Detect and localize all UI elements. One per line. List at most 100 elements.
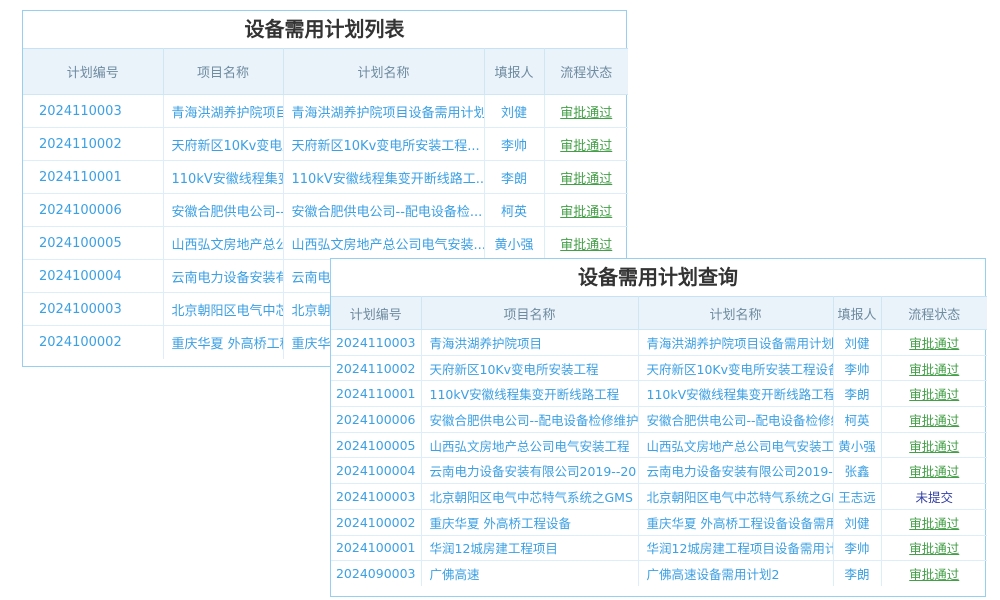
cell-plan-number[interactable]: 2024100004 (23, 260, 163, 293)
cell-reporter: 李朗 (833, 561, 881, 587)
status-link-approved[interactable]: 审批通过 (560, 238, 612, 253)
cell-project-name: 华润12城房建工程项目 (421, 535, 638, 561)
cell-plan-number[interactable]: 2024100005 (23, 227, 163, 260)
cell-plan-number[interactable]: 2024100006 (331, 407, 421, 433)
cell-status: 审批通过 (881, 458, 987, 484)
table-row: 2024100005山西弘文房地产总公司...山西弘文房地产总公司电气安装...… (23, 227, 628, 260)
cell-status: 审批通过 (881, 432, 987, 458)
cell-plan-name: 110kV安徽线程集变开断线路工程设备需 (638, 381, 833, 407)
cell-reporter: 李朗 (833, 381, 881, 407)
column-header-status: 流程状态 (544, 49, 628, 95)
status-link-approved[interactable]: 审批通过 (909, 464, 959, 479)
column-header-plan-number: 计划编号 (23, 49, 163, 95)
status-link-approved[interactable]: 审批通过 (909, 541, 959, 556)
cell-reporter: 刘健 (833, 330, 881, 356)
table-row: 2024100003北京朝阳区电气中芯特气系统之GMS北京朝阳区电气中芯特气系统… (331, 484, 987, 510)
cell-plan-number[interactable]: 2024100006 (23, 194, 163, 227)
cell-plan-name: 天府新区10Kv变电所安装工程... (283, 128, 484, 161)
cell-plan-number[interactable]: 2024100002 (23, 326, 163, 359)
cell-plan-name: 安徽合肥供电公司--配电设备检... (283, 194, 484, 227)
panel-title-query: 设备需用计划查询 (331, 259, 985, 296)
column-header-project-name: 项目名称 (163, 49, 283, 95)
cell-project-name: 青海洪湖养护院项目 (421, 330, 638, 356)
cell-status: 审批通过 (544, 128, 628, 161)
plan-query-table: 计划编号 项目名称 计划名称 填报人 流程状态 2024110003青海洪湖养护… (331, 296, 987, 586)
status-link-approved[interactable]: 审批通过 (560, 172, 612, 187)
status-text-not-submitted: 未提交 (915, 490, 953, 505)
cell-plan-number[interactable]: 2024100002 (331, 509, 421, 535)
table-header-row: 计划编号 项目名称 计划名称 填报人 流程状态 (23, 49, 628, 95)
column-header-project-name: 项目名称 (421, 297, 638, 330)
cell-status: 审批通过 (881, 509, 987, 535)
cell-project-name: 安徽合肥供电公司--配电设备检修维护 (421, 407, 638, 433)
cell-plan-number[interactable]: 2024100005 (331, 432, 421, 458)
cell-plan-number[interactable]: 2024110003 (23, 95, 163, 128)
cell-project-name: 110kV安徽线程集变开断线路工程 (421, 381, 638, 407)
cell-plan-number[interactable]: 2024100001 (331, 535, 421, 561)
panel-title-list: 设备需用计划列表 (23, 11, 626, 48)
cell-project-name: 北京朝阳区电气中芯特气系统之GMS (421, 484, 638, 510)
cell-status: 审批通过 (544, 194, 628, 227)
cell-project-name: 青海洪湖养护院项目 (163, 95, 283, 128)
cell-plan-name: 北京朝阳区电气中芯特气系统之GMS设 (638, 484, 833, 510)
table-row: 2024100006安徽合肥供电公司--配电设备检修维护安徽合肥供电公司--配电… (331, 407, 987, 433)
cell-reporter: 刘健 (833, 509, 881, 535)
table-row: 2024090003广佛高速广佛高速设备需用计划2李朗 审批通过 (331, 561, 987, 587)
cell-reporter: 李帅 (833, 535, 881, 561)
cell-plan-number[interactable]: 2024090003 (331, 561, 421, 587)
status-link-approved[interactable]: 审批通过 (909, 439, 959, 454)
cell-project-name: 北京朝阳区电气中芯特... (163, 293, 283, 326)
table-row: 2024110002天府新区10Kv变电所安...天府新区10Kv变电所安装工程… (23, 128, 628, 161)
cell-project-name: 重庆华夏 外高桥工程设备 (163, 326, 283, 359)
table-row: 2024110001110kV安徽线程集变开断线路工程110kV安徽线程集变开断… (331, 381, 987, 407)
status-link-approved[interactable]: 审批通过 (909, 516, 959, 531)
cell-project-name: 重庆华夏 外高桥工程设备 (421, 509, 638, 535)
cell-project-name: 110kV安徽线程集变开断... (163, 161, 283, 194)
cell-status: 审批通过 (881, 330, 987, 356)
cell-project-name: 广佛高速 (421, 561, 638, 587)
cell-plan-number[interactable]: 2024110001 (23, 161, 163, 194)
cell-plan-name: 广佛高速设备需用计划2 (638, 561, 833, 587)
cell-plan-number[interactable]: 2024110001 (331, 381, 421, 407)
table-row: 2024100005山西弘文房地产总公司电气安装工程山西弘文房地产总公司电气安装… (331, 432, 987, 458)
table-row: 2024110002天府新区10Kv变电所安装工程天府新区10Kv变电所安装工程… (331, 355, 987, 381)
cell-plan-number[interactable]: 2024100004 (331, 458, 421, 484)
status-link-approved[interactable]: 审批通过 (560, 205, 612, 220)
cell-plan-name: 青海洪湖养护院项目设备需用计划 (283, 95, 484, 128)
status-link-approved[interactable]: 审批通过 (909, 387, 959, 402)
cell-plan-name: 山西弘文房地产总公司电气安装... (283, 227, 484, 260)
cell-reporter: 柯英 (833, 407, 881, 433)
status-link-approved[interactable]: 审批通过 (909, 362, 959, 377)
status-link-approved[interactable]: 审批通过 (560, 106, 612, 121)
equipment-plan-query-panel: 设备需用计划查询 计划编号 项目名称 计划名称 填报人 流程状态 2024110… (330, 258, 986, 597)
table-row: 2024100006安徽合肥供电公司--配电...安徽合肥供电公司--配电设备检… (23, 194, 628, 227)
cell-plan-name: 天府新区10Kv变电所安装工程设备需用 (638, 355, 833, 381)
cell-plan-name: 重庆华夏 外高桥工程设备设备需用计划 (638, 509, 833, 535)
cell-plan-name: 青海洪湖养护院项目设备需用计划 (638, 330, 833, 356)
status-link-approved[interactable]: 审批通过 (909, 413, 959, 428)
cell-status: 审批通过 (544, 161, 628, 194)
column-header-plan-name: 计划名称 (638, 297, 833, 330)
column-header-reporter: 填报人 (484, 49, 544, 95)
cell-plan-number[interactable]: 2024100003 (23, 293, 163, 326)
status-link-approved[interactable]: 审批通过 (909, 336, 959, 351)
cell-reporter: 黄小强 (833, 432, 881, 458)
status-link-approved[interactable]: 审批通过 (909, 567, 959, 582)
table-row: 2024100001华润12城房建工程项目华润12城房建工程项目设备需用计划2李… (331, 535, 987, 561)
cell-project-name: 云南电力设备安装有限... (163, 260, 283, 293)
column-header-plan-name: 计划名称 (283, 49, 484, 95)
cell-project-name: 天府新区10Kv变电所安装工程 (421, 355, 638, 381)
cell-status: 审批通过 (881, 561, 987, 587)
cell-plan-name: 安徽合肥供电公司--配电设备检修维护设 (638, 407, 833, 433)
cell-status: 审批通过 (881, 535, 987, 561)
cell-plan-name: 云南电力设备安装有限公司2019--2020 (638, 458, 833, 484)
table-row: 2024110003青海洪湖养护院项目青海洪湖养护院项目设备需用计划刘健 审批通过 (331, 330, 987, 356)
status-link-approved[interactable]: 审批通过 (560, 139, 612, 154)
column-header-reporter: 填报人 (833, 297, 881, 330)
cell-plan-number[interactable]: 2024110002 (23, 128, 163, 161)
cell-plan-number[interactable]: 2024110002 (331, 355, 421, 381)
cell-plan-number[interactable]: 2024110003 (331, 330, 421, 356)
cell-plan-number[interactable]: 2024100003 (331, 484, 421, 510)
table-row: 2024100004云南电力设备安装有限公司2019--20云南电力设备安装有限… (331, 458, 987, 484)
cell-plan-name: 山西弘文房地产总公司电气安装工程设备 (638, 432, 833, 458)
